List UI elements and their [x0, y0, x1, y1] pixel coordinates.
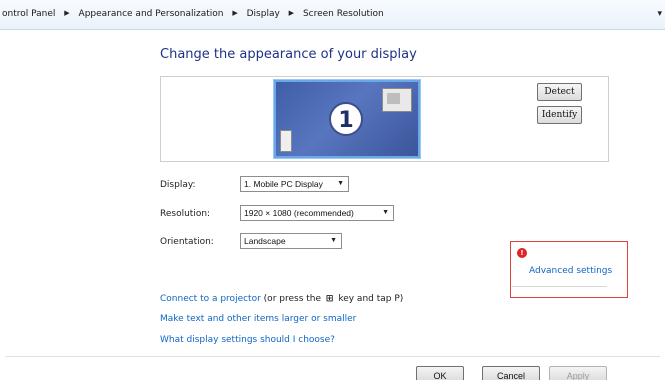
orientation-label: Orientation:	[160, 237, 214, 247]
display-preview: 1 Detect Identify	[160, 76, 609, 162]
breadcrumb-separator-icon[interactable]: ▶	[232, 9, 237, 17]
breadcrumb: ontrol Panel ▶ Appearance and Personaliz…	[2, 9, 384, 19]
address-dropdown-icon[interactable]: ▾	[657, 9, 662, 19]
breadcrumb-separator-icon[interactable]: ▶	[64, 9, 69, 17]
monitor-preview[interactable]: 1	[274, 80, 420, 158]
advanced-settings-link[interactable]: Advanced settings	[529, 266, 612, 276]
apply-button[interactable]: Apply	[549, 366, 607, 380]
windows-key-icon: ⊞	[325, 294, 334, 304]
projector-instruction-after: key and tap P)	[338, 294, 404, 304]
breadcrumb-screen-resolution[interactable]: Screen Resolution	[303, 9, 384, 19]
detect-button[interactable]: Detect	[537, 83, 582, 101]
bottom-divider	[5, 356, 660, 357]
display-settings-help-link[interactable]: What display settings should I choose?	[160, 335, 335, 345]
right-divider	[512, 286, 607, 287]
ok-button[interactable]: OK	[416, 366, 464, 380]
monitor-number-badge: 1	[329, 102, 363, 136]
resolution-label: Resolution:	[160, 209, 211, 219]
connect-projector-link[interactable]: Connect to a projector	[160, 294, 261, 304]
identify-button[interactable]: Identify	[537, 106, 582, 124]
chevron-down-icon: ▼	[337, 180, 344, 187]
address-bar[interactable]: ontrol Panel ▶ Appearance and Personaliz…	[0, 0, 665, 30]
orientation-select[interactable]: Landscape ▼	[240, 233, 342, 249]
computer-tower-icon	[280, 130, 292, 152]
display-select-value: 1. Mobile PC Display	[244, 179, 323, 189]
alert-badge-icon: !	[517, 248, 527, 258]
display-select[interactable]: 1. Mobile PC Display ▼	[240, 176, 349, 192]
monitor-icon	[382, 88, 412, 112]
projector-line: Connect to a projector (or press the ⊞ k…	[160, 294, 403, 304]
screen-resolution-window: ontrol Panel ▶ Appearance and Personaliz…	[0, 0, 665, 380]
chevron-down-icon: ▼	[330, 237, 337, 244]
orientation-select-value: Landscape	[244, 236, 286, 246]
breadcrumb-control-panel[interactable]: ontrol Panel	[2, 9, 55, 19]
display-label: Display:	[160, 180, 196, 190]
page-title: Change the appearance of your display	[160, 47, 417, 62]
resolution-select-value: 1920 × 1080 (recommended)	[244, 208, 354, 218]
breadcrumb-separator-icon[interactable]: ▶	[289, 9, 294, 17]
cancel-button[interactable]: Cancel	[482, 366, 540, 380]
projector-instruction-before: (or press the	[263, 294, 322, 304]
resolution-select[interactable]: 1920 × 1080 (recommended) ▼	[240, 205, 394, 221]
breadcrumb-appearance[interactable]: Appearance and Personalization	[79, 9, 224, 19]
breadcrumb-display[interactable]: Display	[247, 9, 280, 19]
chevron-down-icon: ▼	[382, 209, 389, 216]
text-size-link[interactable]: Make text and other items larger or smal…	[160, 314, 356, 324]
